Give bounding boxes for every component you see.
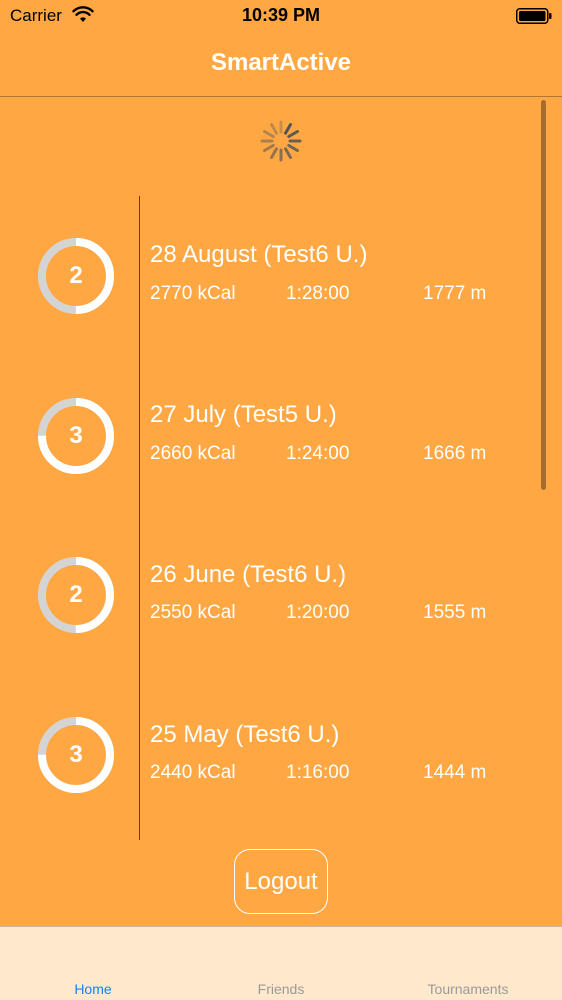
activity-count: 2 xyxy=(69,581,83,608)
progress-ring: 3 xyxy=(36,396,116,476)
logout-button[interactable]: Logout xyxy=(234,849,328,914)
activity-count: 3 xyxy=(69,422,83,449)
activity-distance: 1666 m xyxy=(423,443,487,464)
spinner-spoke xyxy=(270,123,278,135)
spinner-spoke xyxy=(284,123,292,135)
status-bar: Carrier 10:39 PM xyxy=(0,0,562,32)
spinner-spoke xyxy=(263,144,275,152)
activity-title: 28 August (Test6 U.) xyxy=(150,241,368,268)
activity-kcal: 2770 kCal xyxy=(150,283,236,304)
tab-tournaments[interactable]: Tournaments xyxy=(398,981,538,997)
tab-friends[interactable]: Friends xyxy=(211,981,351,997)
activity-title: 26 June (Test6 U.) xyxy=(150,561,347,588)
activity-kcal: 2660 kCal xyxy=(150,443,236,464)
activity-item[interactable]: 2 28 August (Test6 U.) 2770 kCal 1:28:00… xyxy=(0,226,562,326)
progress-ring: 2 xyxy=(36,236,116,316)
status-time: 10:39 PM xyxy=(241,5,321,25)
activity-kcal: 2440 kCal xyxy=(150,762,236,783)
progress-ring: 3 xyxy=(36,715,116,795)
spinner-spoke xyxy=(287,144,299,152)
activity-distance: 1444 m xyxy=(423,762,487,783)
navigation-bar: SmartActive xyxy=(0,32,562,97)
activity-duration: 1:28:00 xyxy=(286,283,350,304)
tab-home[interactable]: Home xyxy=(23,981,163,997)
progress-ring: 2 xyxy=(36,555,116,635)
activity-item[interactable]: 3 27 July (Test5 U.) 2660 kCal 1:24:00 1… xyxy=(0,386,562,486)
spinner-spoke xyxy=(270,147,278,159)
activity-title: 27 July (Test5 U.) xyxy=(150,401,337,428)
tab-bar: Home Friends Tournaments xyxy=(0,926,562,1000)
activity-duration: 1:20:00 xyxy=(286,602,350,623)
spinner-spoke xyxy=(263,130,275,138)
activity-duration: 1:16:00 xyxy=(286,762,350,783)
spinner-spoke xyxy=(287,130,299,138)
activity-count: 3 xyxy=(69,741,83,768)
activity-title: 25 May (Test6 U.) xyxy=(150,721,340,748)
battery-icon xyxy=(516,8,552,24)
loading-spinner-icon xyxy=(260,120,302,162)
spinner-spoke xyxy=(284,147,292,159)
activity-distance: 1777 m xyxy=(423,283,487,304)
activity-duration: 1:24:00 xyxy=(286,443,350,464)
activity-count: 2 xyxy=(69,262,83,289)
activity-distance: 1555 m xyxy=(423,602,487,623)
activity-item[interactable]: 3 25 May (Test6 U.) 2440 kCal 1:16:00 14… xyxy=(0,706,562,806)
activity-item[interactable]: 2 26 June (Test6 U.) 2550 kCal 1:20:00 1… xyxy=(0,546,562,646)
activity-kcal: 2550 kCal xyxy=(150,602,236,623)
page-title: SmartActive xyxy=(210,49,352,76)
